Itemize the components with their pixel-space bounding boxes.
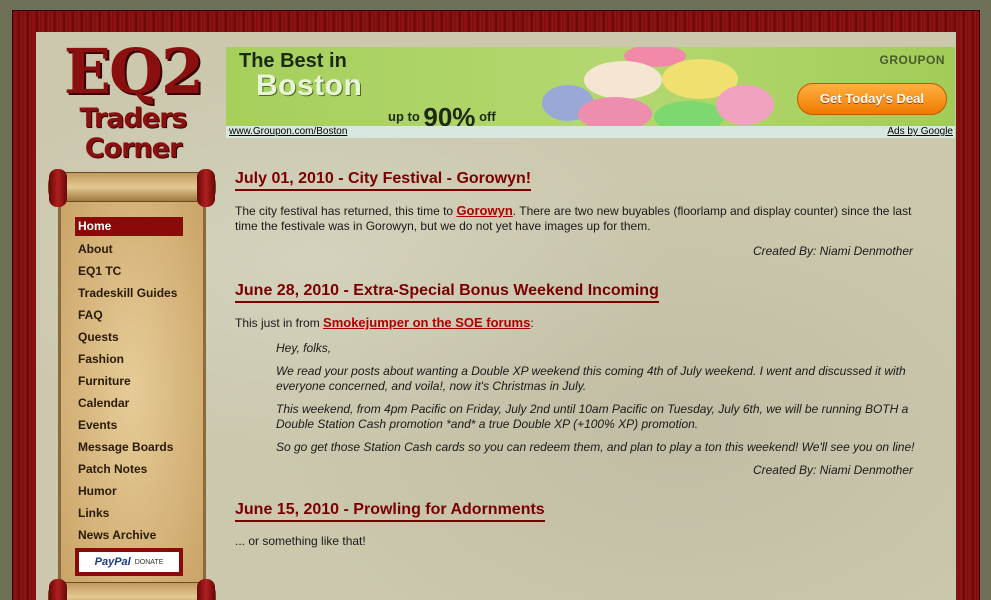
paypal-donate-button[interactable]: PayPal DONATE [75, 548, 183, 576]
nav-item-about[interactable]: About [75, 239, 183, 261]
groupon-logo: GROUPON [879, 53, 945, 67]
logo-title: EQ2 [63, 35, 204, 108]
nav-item-message-boards[interactable]: Message Boards [75, 437, 183, 459]
post-body: ... or something like that! [235, 534, 366, 548]
nav-item-events[interactable]: Events [75, 415, 183, 437]
post-title: June 15, 2010 - Prowling for Adornments [235, 501, 545, 522]
ad-url-link[interactable]: www.Groupon.com/Boston [229, 126, 347, 138]
post-title: July 01, 2010 - City Festival - Gorowyn! [235, 170, 532, 191]
nav-item-links[interactable]: Links [75, 503, 183, 525]
get-deal-button[interactable]: Get Today's Deal [797, 83, 947, 115]
ads-by-google-link[interactable]: Ads by Google [887, 126, 953, 138]
nav-item-faq[interactable]: FAQ [75, 305, 183, 327]
scroll-bottom-roll [48, 579, 216, 600]
nav-item-tradeskill-guides[interactable]: Tradeskill Guides [75, 283, 183, 305]
macaron-image [716, 85, 774, 125]
ad-footer: www.Groupon.com/Boston Ads by Google [226, 126, 955, 138]
post-credit: Created By: Niami Denmother [752, 244, 913, 258]
quote-paragraph: So go get those Station Cash cards so yo… [276, 440, 915, 454]
news-content: July 01, 2010 - City Festival - Gorowyn!… [235, 170, 935, 559]
macaron-image [578, 97, 652, 126]
main-nav: Home About EQ1 TC Tradeskill Guides FAQ … [75, 217, 183, 547]
news-post: July 01, 2010 - City Festival - Gorowyn!… [235, 170, 935, 258]
site-logo[interactable]: EQ2 Traders Corner [48, 40, 218, 164]
post-quote: Hey, folks, We read your posts about wan… [235, 341, 935, 455]
post-credit: Created By: Niami Denmother [752, 463, 913, 477]
nav-item-patch-notes[interactable]: Patch Notes [75, 459, 183, 481]
post-body: The city festival has returned, this tim… [235, 203, 912, 233]
paypal-logo: PayPal [94, 556, 131, 568]
news-post: June 15, 2010 - Prowling for Adornments … [235, 501, 935, 549]
nav-item-calendar[interactable]: Calendar [75, 393, 183, 415]
logo-subtitle: Traders Corner [79, 103, 187, 164]
quote-paragraph: This weekend, from 4pm Pacific on Friday… [276, 402, 909, 431]
groupon-ad-banner[interactable]: The Best in Boston up to 90% off GROUPON… [226, 47, 955, 126]
nav-item-news-archive[interactable]: News Archive [75, 525, 183, 547]
news-post: June 28, 2010 - Extra-Special Bonus Week… [235, 282, 935, 477]
nav-item-quests[interactable]: Quests [75, 327, 183, 349]
nav-item-fashion[interactable]: Fashion [75, 349, 183, 371]
ad-offer: up to 90% off [388, 102, 496, 126]
nav-item-home[interactable]: Home [75, 217, 183, 236]
nav-item-humor[interactable]: Humor [75, 481, 183, 503]
post-link-gorowyn[interactable]: Gorowyn [456, 203, 512, 218]
nav-item-eq1-tc[interactable]: EQ1 TC [75, 261, 183, 283]
nav-item-furniture[interactable]: Furniture [75, 371, 183, 393]
donate-label: DONATE [134, 558, 164, 566]
scroll-top-roll [48, 169, 216, 207]
quote-paragraph: We read your posts about wanting a Doubl… [276, 364, 906, 393]
quote-paragraph: Hey, folks, [276, 341, 332, 355]
post-body: This just in from Smokejumper on the SOE… [235, 315, 534, 330]
macaron-image [584, 61, 662, 99]
post-title: June 28, 2010 - Extra-Special Bonus Week… [235, 282, 659, 303]
ad-city: Boston [256, 69, 363, 102]
macaron-image [654, 101, 724, 126]
post-link-smokejumper[interactable]: Smokejumper on the SOE forums [323, 315, 530, 330]
